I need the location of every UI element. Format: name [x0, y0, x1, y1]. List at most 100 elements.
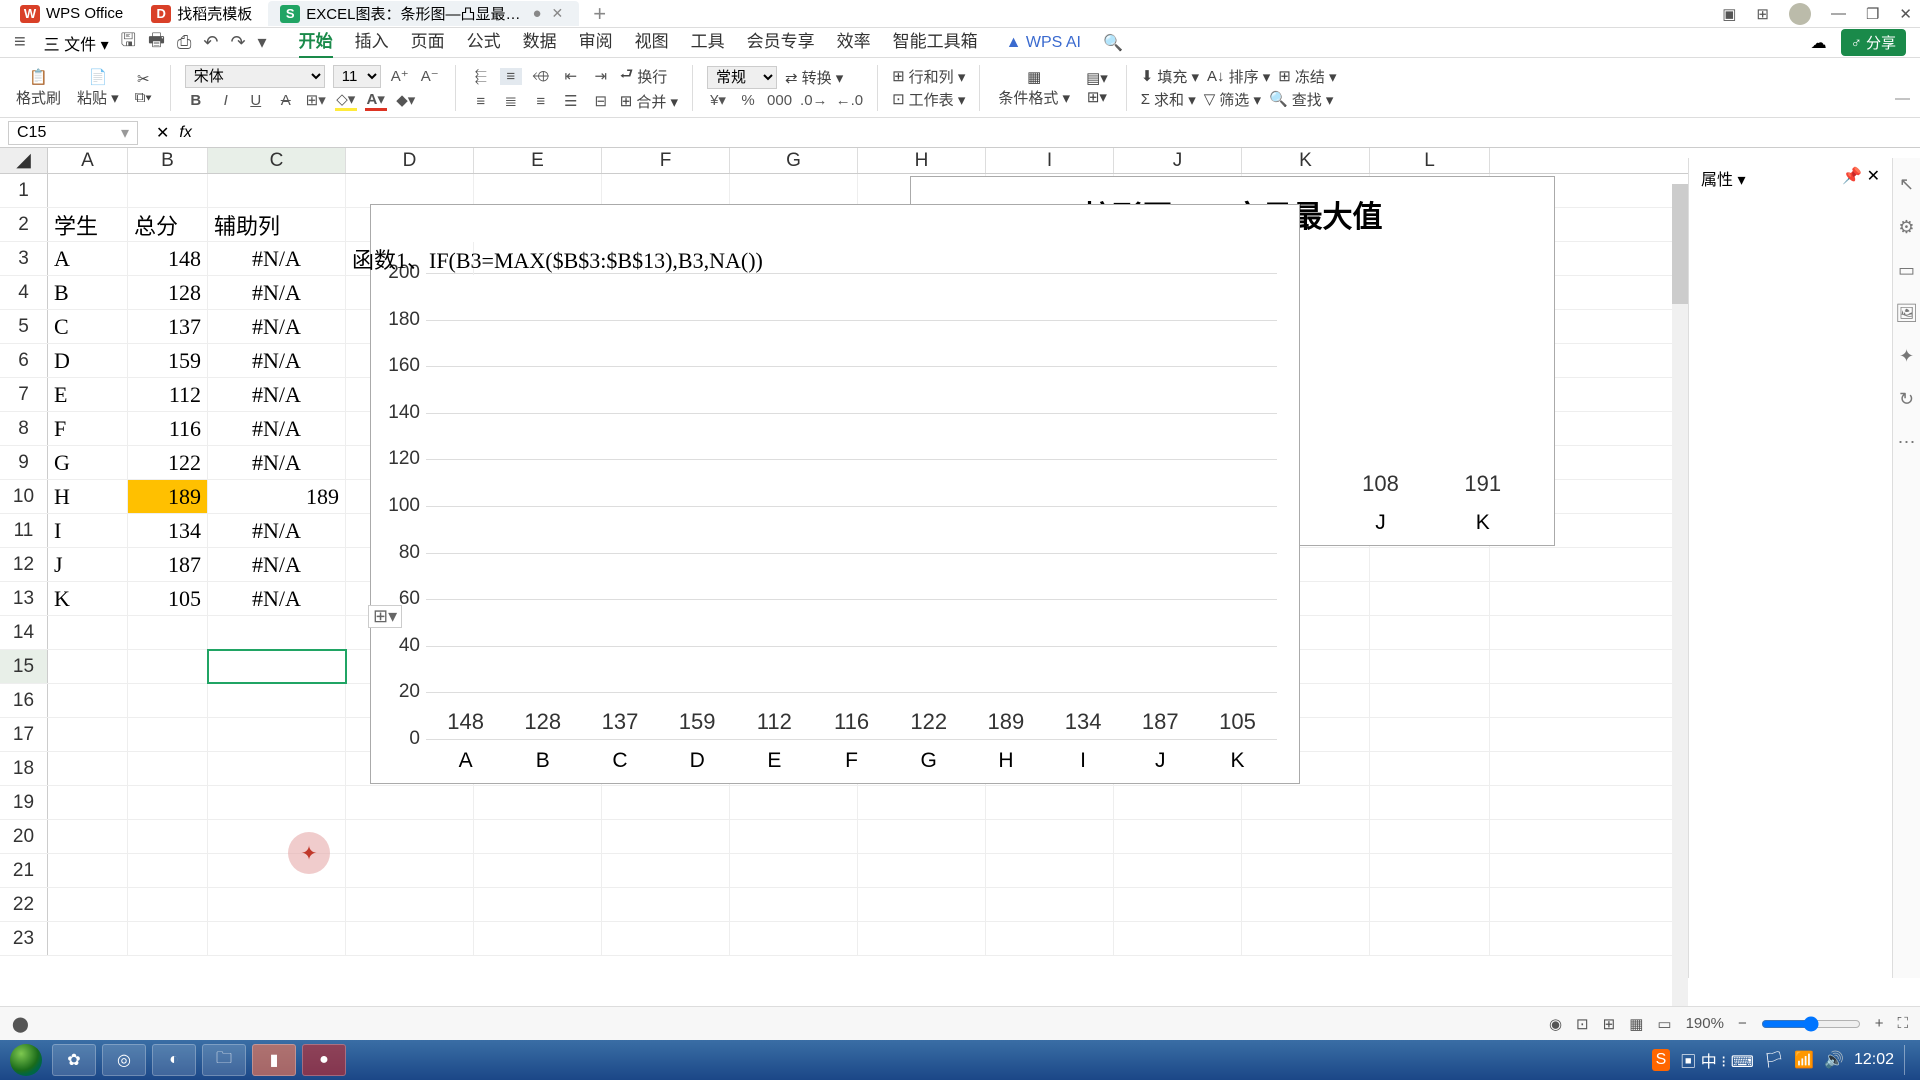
- cell[interactable]: A: [48, 242, 128, 275]
- cell[interactable]: [602, 820, 730, 853]
- cell[interactable]: [346, 820, 474, 853]
- cell[interactable]: C: [48, 310, 128, 343]
- cell[interactable]: [1370, 650, 1490, 683]
- start-button[interactable]: [6, 1043, 46, 1077]
- cell[interactable]: [474, 854, 602, 887]
- tab-review[interactable]: 审阅: [579, 27, 613, 58]
- app-tab-wps[interactable]: W WPS Office: [8, 3, 135, 25]
- paste-icon[interactable]: 📄: [89, 68, 108, 86]
- cell[interactable]: [1114, 888, 1242, 921]
- cell[interactable]: [1370, 820, 1490, 853]
- cell[interactable]: [474, 922, 602, 955]
- window-tile-icon[interactable]: ▣: [1722, 5, 1736, 23]
- cell[interactable]: [986, 786, 1114, 819]
- format-painter[interactable]: 格式刷: [16, 87, 61, 108]
- cell[interactable]: [128, 922, 208, 955]
- col-header[interactable]: K: [1242, 148, 1370, 173]
- cell[interactable]: [128, 820, 208, 853]
- cell[interactable]: F: [48, 412, 128, 445]
- col-header[interactable]: I: [986, 148, 1114, 173]
- row-header[interactable]: 22: [0, 888, 48, 921]
- cell[interactable]: 134: [128, 514, 208, 547]
- row-header[interactable]: 5: [0, 310, 48, 343]
- cell[interactable]: G: [48, 446, 128, 479]
- cell[interactable]: [1114, 854, 1242, 887]
- fullscreen-icon[interactable]: ⛶: [1897, 1015, 1908, 1032]
- cell[interactable]: [1370, 854, 1490, 887]
- cell[interactable]: [474, 174, 602, 207]
- cell[interactable]: [730, 922, 858, 955]
- cell[interactable]: [128, 854, 208, 887]
- row-header[interactable]: 10: [0, 480, 48, 513]
- cell[interactable]: [208, 174, 346, 207]
- cell[interactable]: [346, 174, 474, 207]
- row-header[interactable]: 14: [0, 616, 48, 649]
- indent-inc-icon[interactable]: ⇥: [590, 67, 612, 85]
- cell[interactable]: [602, 922, 730, 955]
- cell[interactable]: 159: [128, 344, 208, 377]
- add-tab-button[interactable]: +: [583, 1, 616, 27]
- cell[interactable]: [48, 786, 128, 819]
- clear-format-button[interactable]: ◆▾: [395, 91, 417, 109]
- align-top-icon[interactable]: ⬱: [470, 68, 492, 85]
- taskbar-app[interactable]: ✿: [52, 1044, 96, 1076]
- cell[interactable]: K: [48, 582, 128, 615]
- tab-page[interactable]: 页面: [411, 27, 445, 58]
- cell[interactable]: [602, 888, 730, 921]
- row-header[interactable]: 23: [0, 922, 48, 955]
- cell[interactable]: #N/A: [208, 378, 346, 411]
- cell[interactable]: [1370, 548, 1490, 581]
- col-header[interactable]: G: [730, 148, 858, 173]
- comma-icon[interactable]: 000: [767, 92, 792, 109]
- row-header[interactable]: 17: [0, 718, 48, 751]
- cell[interactable]: [128, 174, 208, 207]
- tab-formula[interactable]: 公式: [467, 27, 501, 58]
- zoom-value[interactable]: 190%: [1686, 1015, 1724, 1032]
- tab-smart[interactable]: 智能工具箱: [893, 27, 978, 58]
- cell[interactable]: 105: [128, 582, 208, 615]
- col-header[interactable]: E: [474, 148, 602, 173]
- indent-dec-icon[interactable]: ⇤: [560, 67, 582, 85]
- col-header[interactable]: C: [208, 148, 346, 173]
- cell[interactable]: [208, 888, 346, 921]
- search-icon[interactable]: 🔍: [1103, 33, 1123, 53]
- cell[interactable]: [1242, 786, 1370, 819]
- print-icon[interactable]: 🖶: [148, 28, 165, 58]
- cell[interactable]: #N/A: [208, 548, 346, 581]
- row-header[interactable]: 8: [0, 412, 48, 445]
- table-style-icon[interactable]: ▦: [1027, 68, 1041, 86]
- view-break-icon[interactable]: ⊞: [1603, 1015, 1616, 1033]
- cell[interactable]: [1242, 820, 1370, 853]
- cell[interactable]: #N/A: [208, 242, 346, 275]
- cell[interactable]: [1114, 922, 1242, 955]
- cell[interactable]: [48, 888, 128, 921]
- cell[interactable]: [1242, 854, 1370, 887]
- tab-data[interactable]: 数据: [523, 27, 557, 58]
- cell[interactable]: [1114, 786, 1242, 819]
- sparkle-icon[interactable]: ✦: [1899, 346, 1914, 367]
- copy-icon[interactable]: ⧉▾: [135, 89, 152, 106]
- cell[interactable]: 总分: [128, 208, 208, 241]
- cell[interactable]: [128, 718, 208, 751]
- row-header[interactable]: 1: [0, 174, 48, 207]
- redo-icon[interactable]: ↷: [230, 32, 245, 53]
- find-button[interactable]: 🔍查找 ▾: [1269, 89, 1333, 110]
- cell[interactable]: [730, 174, 858, 207]
- cell[interactable]: [1370, 888, 1490, 921]
- sum-button[interactable]: Σ求和 ▾: [1141, 89, 1196, 110]
- align-left-icon[interactable]: ≡: [470, 93, 492, 110]
- col-header[interactable]: L: [1370, 148, 1490, 173]
- cell[interactable]: [128, 616, 208, 649]
- underline-button[interactable]: U: [245, 92, 267, 109]
- vertical-scrollbar[interactable]: [1672, 184, 1688, 1010]
- taskbar-record[interactable]: ●: [302, 1044, 346, 1076]
- cloud-icon[interactable]: ☁: [1811, 33, 1827, 53]
- zoom-in-icon[interactable]: +: [1875, 1015, 1884, 1032]
- col-header[interactable]: D: [346, 148, 474, 173]
- cell[interactable]: [474, 888, 602, 921]
- cell[interactable]: [346, 786, 474, 819]
- merge-button[interactable]: ⊞合并 ▾: [620, 91, 678, 112]
- clipboard-icon[interactable]: 📋: [29, 68, 48, 86]
- link-icon[interactable]: ⚙: [1898, 217, 1914, 238]
- currency-icon[interactable]: ¥▾: [707, 91, 729, 109]
